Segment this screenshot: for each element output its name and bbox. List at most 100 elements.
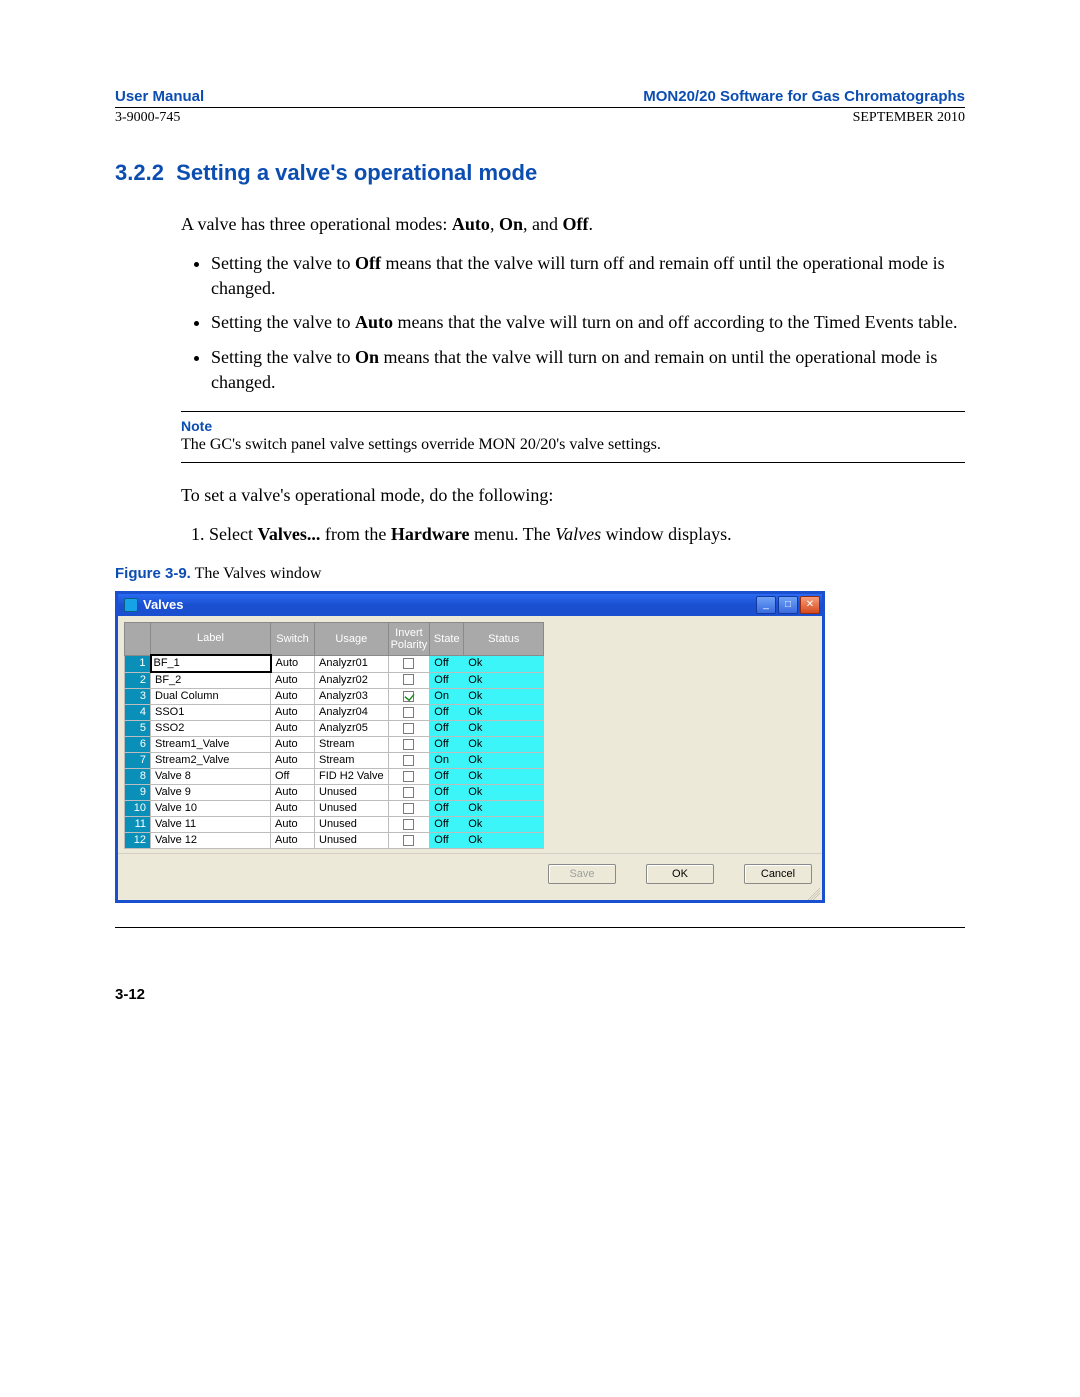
cell-usage[interactable]: FID H2 Valve [315,769,389,785]
col-label[interactable]: Label [151,622,271,655]
cell-usage[interactable]: Stream [315,737,389,753]
resize-grip-icon[interactable] [808,888,820,900]
cell-switch[interactable]: Auto [271,753,315,769]
table-row[interactable]: 10Valve 10AutoUnusedOffOk [125,801,544,817]
checkbox-icon[interactable] [403,674,414,685]
checkbox-icon[interactable] [403,707,414,718]
col-switch[interactable]: Switch [271,622,315,655]
cell-invert[interactable] [388,785,430,801]
cell-usage[interactable]: Unused [315,817,389,833]
row-number[interactable]: 8 [125,769,151,785]
cell-usage[interactable]: Analyzr05 [315,721,389,737]
cell-label[interactable]: SSO1 [151,705,271,721]
cell-invert[interactable] [388,817,430,833]
cell-invert[interactable] [388,672,430,689]
table-row[interactable]: 2BF_2AutoAnalyzr02OffOk [125,672,544,689]
cell-usage[interactable]: Analyzr01 [315,655,389,672]
cell-switch[interactable]: Auto [271,689,315,705]
cell-invert[interactable] [388,769,430,785]
cell-switch[interactable]: Auto [271,672,315,689]
cell-switch[interactable]: Auto [271,737,315,753]
cell-label[interactable]: Stream1_Valve [151,737,271,753]
row-number[interactable]: 5 [125,721,151,737]
cancel-button[interactable]: Cancel [744,864,812,884]
cell-invert[interactable] [388,737,430,753]
valves-table[interactable]: Label Switch Usage Invert Polarity State… [124,622,544,850]
cell-usage[interactable]: Analyzr03 [315,689,389,705]
cell-invert[interactable] [388,705,430,721]
checkbox-icon[interactable] [403,771,414,782]
checkbox-icon[interactable] [403,787,414,798]
table-row[interactable]: 8Valve 8OffFID H2 ValveOffOk [125,769,544,785]
col-invert[interactable]: Invert Polarity [388,622,430,655]
cell-switch[interactable]: Auto [271,655,315,672]
checkbox-icon[interactable] [403,691,414,702]
table-row[interactable]: 7Stream2_ValveAutoStreamOnOk [125,753,544,769]
table-row[interactable]: 4SSO1AutoAnalyzr04OffOk [125,705,544,721]
cell-switch[interactable]: Auto [271,721,315,737]
cell-switch[interactable]: Auto [271,801,315,817]
checkbox-icon[interactable] [403,819,414,830]
cell-label[interactable]: SSO2 [151,721,271,737]
cell-label[interactable]: Valve 11 [151,817,271,833]
cell-label[interactable]: Valve 8 [151,769,271,785]
close-button[interactable]: ✕ [800,596,820,614]
row-number[interactable]: 2 [125,672,151,689]
cell-label[interactable]: Valve 10 [151,801,271,817]
checkbox-icon[interactable] [403,658,414,669]
cell-invert[interactable] [388,801,430,817]
row-number[interactable]: 11 [125,817,151,833]
checkbox-icon[interactable] [403,803,414,814]
row-number[interactable]: 4 [125,705,151,721]
cell-invert[interactable] [388,689,430,705]
table-row[interactable]: 1BF_1AutoAnalyzr01OffOk [125,655,544,672]
cell-switch[interactable]: Auto [271,785,315,801]
cell-switch[interactable]: Auto [271,705,315,721]
checkbox-icon[interactable] [403,723,414,734]
maximize-button[interactable]: □ [778,596,798,614]
cell-label[interactable]: BF_2 [151,672,271,689]
cell-switch[interactable]: Auto [271,833,315,849]
running-header: User Manual MON20/20 Software for Gas Ch… [115,88,965,108]
checkbox-icon[interactable] [403,835,414,846]
row-number[interactable]: 10 [125,801,151,817]
cell-usage[interactable]: Analyzr04 [315,705,389,721]
table-row[interactable]: 3Dual ColumnAutoAnalyzr03OnOk [125,689,544,705]
cell-switch[interactable]: Auto [271,817,315,833]
cell-usage[interactable]: Unused [315,833,389,849]
row-number[interactable]: 12 [125,833,151,849]
checkbox-icon[interactable] [403,755,414,766]
row-number[interactable]: 1 [125,655,151,672]
table-row[interactable]: 11Valve 11AutoUnusedOffOk [125,817,544,833]
cell-invert[interactable] [388,655,430,672]
col-state[interactable]: State [430,622,464,655]
ok-button[interactable]: OK [646,864,714,884]
col-usage[interactable]: Usage [315,622,389,655]
row-number[interactable]: 3 [125,689,151,705]
cell-usage[interactable]: Unused [315,801,389,817]
table-row[interactable]: 5SSO2AutoAnalyzr05OffOk [125,721,544,737]
cell-invert[interactable] [388,721,430,737]
cell-usage[interactable]: Analyzr02 [315,672,389,689]
minimize-button[interactable]: _ [756,596,776,614]
header-left: User Manual [115,88,204,105]
cell-invert[interactable] [388,753,430,769]
row-number[interactable]: 6 [125,737,151,753]
cell-label[interactable]: Valve 9 [151,785,271,801]
titlebar[interactable]: Valves _ □ ✕ [118,594,822,616]
row-number[interactable]: 7 [125,753,151,769]
cell-label[interactable]: Valve 12 [151,833,271,849]
table-row[interactable]: 12Valve 12AutoUnusedOffOk [125,833,544,849]
table-row[interactable]: 6Stream1_ValveAutoStreamOffOk [125,737,544,753]
cell-switch[interactable]: Off [271,769,315,785]
cell-label[interactable]: BF_1 [151,655,271,672]
cell-invert[interactable] [388,833,430,849]
row-number[interactable]: 9 [125,785,151,801]
cell-usage[interactable]: Unused [315,785,389,801]
cell-label[interactable]: Stream2_Valve [151,753,271,769]
cell-usage[interactable]: Stream [315,753,389,769]
checkbox-icon[interactable] [403,739,414,750]
col-status[interactable]: Status [464,622,544,655]
table-row[interactable]: 9Valve 9AutoUnusedOffOk [125,785,544,801]
cell-label[interactable]: Dual Column [151,689,271,705]
